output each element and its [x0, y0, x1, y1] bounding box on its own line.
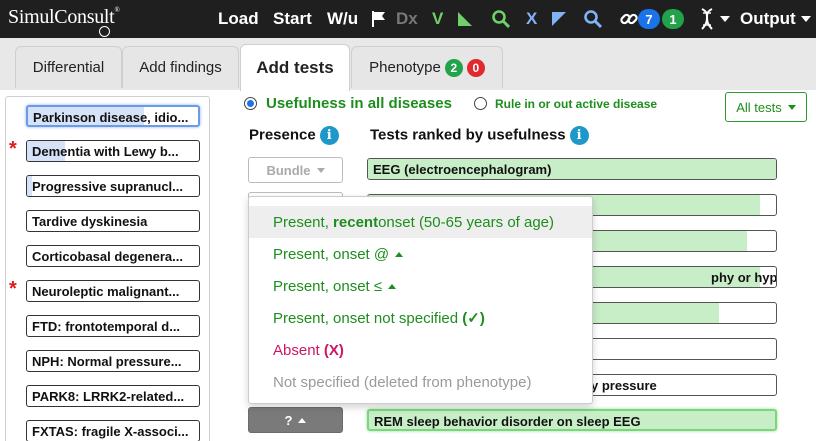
phenotype-red-badge: 0 — [466, 58, 485, 77]
bundle-button[interactable]: Bundle — [248, 157, 343, 183]
tab-add-tests[interactable]: Add tests — [240, 44, 350, 91]
test-label: EEG (electroencephalogram) — [373, 162, 552, 177]
rule-in-out-radio[interactable] — [474, 97, 487, 110]
logo-text: SimulConsult — [8, 6, 115, 28]
required-star-icon: * — [9, 138, 17, 160]
presence-header: Presence i — [249, 126, 339, 145]
green-search-icon[interactable] — [491, 0, 511, 38]
diagnosis-label: Progressive supranucl... — [32, 179, 184, 194]
link-icon[interactable] — [619, 0, 639, 38]
absent-x-icon: (X) — [323, 341, 344, 359]
diagnosis-label: Parkinson disease, idio... — [33, 110, 189, 125]
diagnosis-item[interactable]: NPH: Normal pressure... — [26, 350, 200, 372]
diagnosis-item[interactable]: Neuroleptic malignant... — [26, 280, 200, 302]
all-tests-label: All tests — [736, 99, 782, 115]
ranked-header: Tests ranked by usefulness i — [370, 126, 589, 145]
diagnosis-label: Neuroleptic malignant... — [32, 284, 180, 299]
required-star-icon: * — [9, 278, 17, 300]
diagnosis-item[interactable]: Progressive supranucl... — [26, 175, 200, 197]
all-tests-caret-icon — [787, 104, 796, 110]
diagnosis-item[interactable]: PARK8: LRRK2-related... — [26, 385, 200, 407]
check-icon: (✓) — [462, 310, 485, 327]
diagnosis-label: Corticobasal degenera... — [32, 249, 183, 264]
test-label: phy or hypoplasia — [711, 270, 777, 285]
blue-count-badge[interactable]: 7 — [638, 9, 660, 29]
blue-search-icon[interactable] — [583, 0, 603, 38]
dna-caret-icon — [720, 16, 730, 22]
option-recent-onset[interactable]: Present, recent onset (50-65 years of ag… — [249, 206, 592, 238]
x-button[interactable]: X — [526, 0, 537, 38]
dx-button[interactable]: Dx — [396, 0, 418, 38]
onset-le-caret-icon — [388, 283, 397, 289]
bundle-caret-icon — [316, 167, 325, 173]
top-toolbar: SimulConsult® Load Start W/u Dx V X 7 1 — [0, 0, 816, 38]
usefulness-all-label[interactable]: Usefulness in all diseases — [266, 95, 452, 112]
diagnosis-label: Dementia with Lewy b... — [32, 144, 179, 159]
usefulness-all-radio[interactable] — [244, 97, 257, 110]
diagnosis-item[interactable]: FTD: frontotemporal d... — [26, 315, 200, 337]
option-onset-at[interactable]: Present, onset @ — [249, 238, 592, 270]
rule-in-out-label[interactable]: Rule in or out active disease — [495, 97, 657, 111]
option-recent-text-bold: recent — [333, 213, 379, 231]
test-label: REM sleep behavior disorder on sleep EEG — [374, 414, 641, 429]
option-not-specified-deleted[interactable]: Not specified (deleted from phenotype) — [249, 366, 592, 398]
tab-phenotype-label: Phenotype — [369, 59, 441, 76]
test-row[interactable]: REM sleep behavior disorder on sleep EEG — [367, 409, 777, 431]
v-button[interactable]: V — [432, 0, 443, 38]
tab-differential[interactable]: Differential — [15, 46, 122, 88]
option-onset-not-specified[interactable]: Present, onset not specified (✓) — [249, 302, 592, 334]
green-count-badge[interactable]: 1 — [662, 9, 684, 29]
presence-dropdown-menu: Present, recent onset (50-65 years of ag… — [248, 196, 593, 404]
flag-icon[interactable] — [371, 0, 387, 38]
unknown-presence-button[interactable]: ? — [248, 407, 343, 433]
diagnosis-item[interactable]: Parkinson disease, idio... — [26, 105, 200, 127]
option-not-specified-text: Present, onset not specified — [273, 309, 459, 327]
option-recent-text-1: Present, — [273, 213, 329, 231]
simulconsult-logo[interactable]: SimulConsult® — [8, 6, 120, 37]
option-absent-text: Absent — [273, 341, 320, 359]
phenotype-green-badge: 2 — [444, 58, 463, 77]
ranked-info-icon[interactable]: i — [569, 126, 589, 145]
presence-info-icon[interactable]: i — [319, 126, 339, 145]
presence-header-label: Presence — [249, 126, 316, 144]
option-recent-text-2: onset (50-65 years of age) — [378, 213, 555, 231]
diagnosis-label: PARK8: LRRK2-related... — [32, 389, 185, 404]
onset-at-caret-icon — [395, 251, 404, 257]
unknown-presence-label: ? — [284, 412, 293, 428]
blue-triangle-icon[interactable] — [551, 0, 567, 38]
output-menu[interactable]: Output — [740, 0, 811, 38]
diagnosis-item[interactable]: FXTAS: fragile X-associ... — [26, 420, 200, 441]
test-row[interactable]: EEG (electroencephalogram) — [367, 158, 777, 180]
diagnosis-label: Tardive dyskinesia — [32, 214, 148, 229]
unknown-caret-icon — [298, 417, 307, 423]
option-onset-at-text: Present, onset @ — [273, 245, 390, 263]
diagnosis-item[interactable]: Tardive dyskinesia — [26, 210, 200, 232]
option-absent[interactable]: Absent (X) — [249, 334, 592, 366]
output-caret-icon — [800, 16, 811, 22]
dna-icon[interactable] — [699, 0, 730, 38]
diagnosis-item[interactable]: Dementia with Lewy b... — [26, 140, 200, 162]
green-triangle-icon[interactable] — [457, 0, 473, 38]
diagnosis-item[interactable]: Corticobasal degenera... — [26, 245, 200, 267]
test-label: y pressure — [591, 378, 657, 393]
ranked-header-label: Tests ranked by usefulness — [370, 126, 566, 144]
tab-add-findings[interactable]: Add findings — [122, 46, 239, 88]
app-root: SimulConsult® Load Start W/u Dx V X 7 1 — [0, 0, 816, 441]
logo-ring-icon — [99, 26, 110, 37]
option-onset-le-text: Present, onset ≤ — [273, 277, 383, 295]
workup-button[interactable]: W/u — [327, 0, 358, 38]
all-tests-dropdown[interactable]: All tests — [725, 92, 807, 122]
load-button[interactable]: Load — [218, 0, 259, 38]
option-onset-le[interactable]: Present, onset ≤ — [249, 270, 592, 302]
diagnosis-label: NPH: Normal pressure... — [32, 354, 182, 369]
bundle-label: Bundle — [266, 162, 311, 178]
diagnosis-label: FTD: frontotemporal d... — [32, 319, 181, 334]
tab-phenotype[interactable]: Phenotype 2 0 — [351, 46, 503, 88]
start-button[interactable]: Start — [273, 0, 312, 38]
output-label: Output — [740, 9, 796, 28]
logo-registered-mark: ® — [114, 6, 120, 14]
diagnosis-label: FXTAS: fragile X-associ... — [32, 424, 189, 439]
